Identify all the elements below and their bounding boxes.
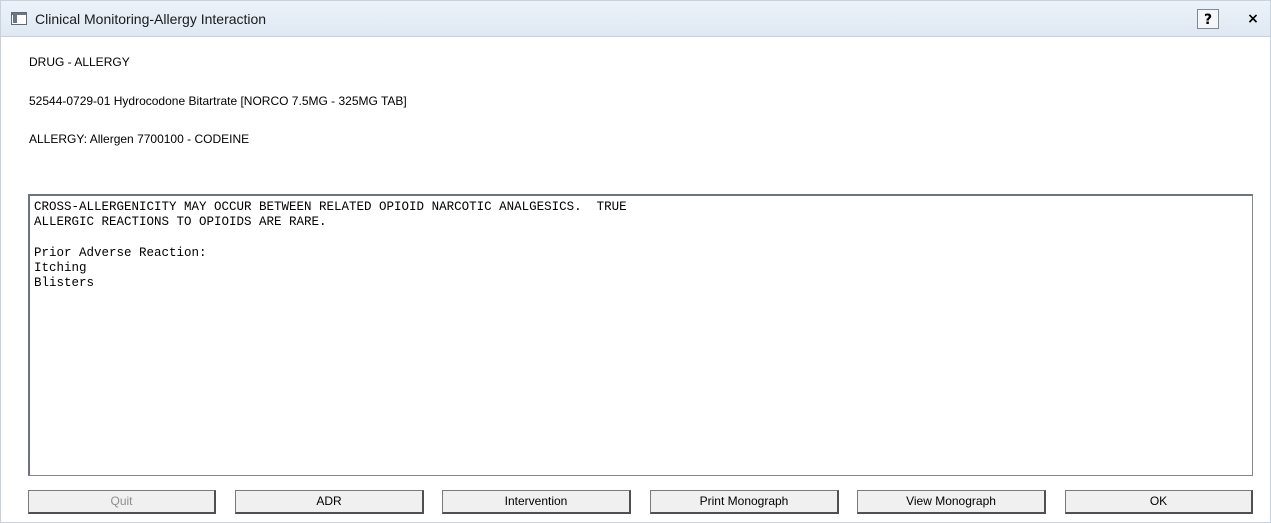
ok-button[interactable]: OK (1065, 490, 1253, 514)
view-monograph-button[interactable]: View Monograph (857, 490, 1046, 514)
title-bar[interactable]: Clinical Monitoring-Allergy Interaction … (1, 1, 1270, 37)
interaction-type-label: DRUG - ALLERGY (29, 55, 130, 69)
window-icon[interactable] (11, 12, 27, 25)
close-button[interactable]: × (1242, 9, 1264, 29)
allergy-label: ALLERGY: Allergen 7700100 - CODEINE (29, 132, 250, 146)
allergy-interaction-dialog: Clinical Monitoring-Allergy Interaction … (0, 0, 1271, 523)
drug-label: 52544-0729-01 Hydrocodone Bitartrate [NO… (29, 94, 407, 108)
help-button[interactable]: ? (1197, 9, 1219, 29)
adr-button[interactable]: ADR (235, 490, 424, 514)
window-title: Clinical Monitoring-Allergy Interaction (35, 11, 267, 27)
print-monograph-button[interactable]: Print Monograph (650, 490, 839, 514)
quit-button[interactable]: Quit (28, 490, 216, 514)
interaction-details-textbox[interactable]: CROSS-ALLERGENICITY MAY OCCUR BETWEEN RE… (28, 194, 1253, 476)
intervention-button[interactable]: Intervention (442, 490, 631, 514)
